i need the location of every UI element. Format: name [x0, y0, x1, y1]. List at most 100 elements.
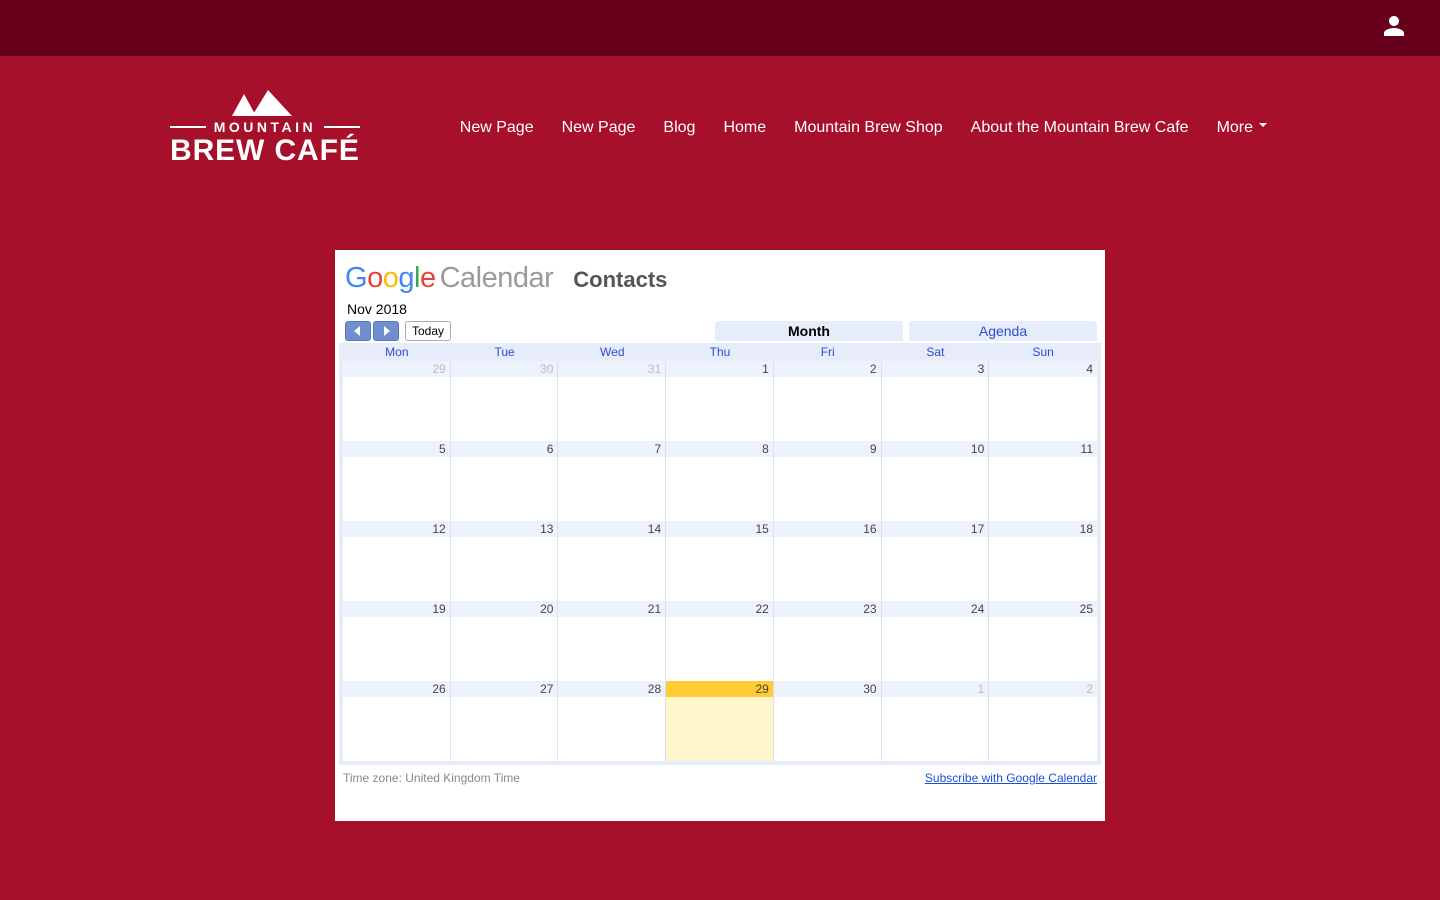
google-logo: GoogleCalendar — [345, 262, 553, 295]
today-button[interactable]: Today — [405, 321, 451, 341]
day-cell[interactable]: 29 — [666, 681, 774, 761]
day-cell[interactable]: 13 — [451, 521, 559, 601]
day-cell[interactable]: 16 — [774, 521, 882, 601]
day-body — [666, 377, 773, 441]
day-cell[interactable]: 20 — [451, 601, 559, 681]
day-cell[interactable]: 23 — [774, 601, 882, 681]
day-cell[interactable]: 26 — [343, 681, 451, 761]
day-number: 17 — [882, 521, 989, 537]
day-number: 7 — [558, 441, 665, 457]
day-body — [558, 377, 665, 441]
day-cell[interactable]: 18 — [989, 521, 1097, 601]
nav-menu: New Page New Page Blog Home Mountain Bre… — [460, 119, 1267, 137]
nav-item[interactable]: New Page — [562, 119, 636, 137]
day-body — [989, 617, 1097, 681]
logo-line1: MOUNTAIN — [170, 120, 360, 134]
day-body — [774, 617, 881, 681]
day-number: 21 — [558, 601, 665, 617]
day-number: 18 — [989, 521, 1097, 537]
day-number: 20 — [451, 601, 558, 617]
day-cell[interactable]: 1 — [666, 361, 774, 441]
dow-label: Fri — [774, 343, 882, 361]
day-body — [343, 457, 450, 521]
day-cell[interactable]: 30 — [451, 361, 559, 441]
day-body — [451, 377, 558, 441]
day-cell[interactable]: 9 — [774, 441, 882, 521]
nav-item[interactable]: About the Mountain Brew Cafe — [971, 119, 1189, 137]
day-body — [882, 537, 989, 601]
view-tab-agenda[interactable]: Agenda — [909, 321, 1097, 341]
day-body — [451, 617, 558, 681]
day-number: 5 — [343, 441, 450, 457]
day-number: 19 — [343, 601, 450, 617]
nav-item-more[interactable]: More — [1217, 119, 1267, 137]
day-body — [882, 617, 989, 681]
day-cell[interactable]: 27 — [451, 681, 559, 761]
day-number: 8 — [666, 441, 773, 457]
next-month-button[interactable] — [373, 321, 399, 341]
day-cell[interactable]: 19 — [343, 601, 451, 681]
day-number: 15 — [666, 521, 773, 537]
day-body — [989, 457, 1097, 521]
day-number: 27 — [451, 681, 558, 697]
day-body — [343, 377, 450, 441]
content: GoogleCalendar Contacts Nov 2018 Today M… — [0, 200, 1440, 821]
day-cell[interactable]: 15 — [666, 521, 774, 601]
day-body — [558, 537, 665, 601]
user-icon[interactable] — [1382, 14, 1406, 43]
week-row: 262728293012 — [343, 681, 1097, 761]
day-number: 1 — [666, 361, 773, 377]
day-cell[interactable]: 14 — [558, 521, 666, 601]
day-number: 2 — [989, 681, 1097, 697]
day-body — [882, 697, 989, 761]
day-body — [451, 537, 558, 601]
day-cell[interactable]: 28 — [558, 681, 666, 761]
weeks: 2930311234567891011121314151617181920212… — [343, 361, 1097, 761]
day-cell[interactable]: 22 — [666, 601, 774, 681]
day-body — [451, 697, 558, 761]
subscribe-link[interactable]: Subscribe with Google Calendar — [925, 771, 1097, 785]
day-cell[interactable]: 25 — [989, 601, 1097, 681]
nav-item[interactable]: Home — [723, 119, 766, 137]
day-number: 25 — [989, 601, 1097, 617]
dow-label: Thu — [666, 343, 774, 361]
day-body — [666, 617, 773, 681]
day-cell[interactable]: 31 — [558, 361, 666, 441]
prev-month-button[interactable] — [345, 321, 371, 341]
day-body — [989, 377, 1097, 441]
site-logo[interactable]: MOUNTAIN BREW CAFÉ — [170, 80, 360, 176]
day-number: 16 — [774, 521, 881, 537]
day-cell[interactable]: 17 — [882, 521, 990, 601]
day-cell[interactable]: 12 — [343, 521, 451, 601]
day-cell[interactable]: 21 — [558, 601, 666, 681]
week-row: 2930311234 — [343, 361, 1097, 441]
nav-item[interactable]: Mountain Brew Shop — [794, 119, 943, 137]
day-number: 28 — [558, 681, 665, 697]
day-cell[interactable]: 11 — [989, 441, 1097, 521]
gcal-header: GoogleCalendar Contacts — [335, 250, 1105, 295]
day-cell[interactable]: 29 — [343, 361, 451, 441]
calendar-toolbar: Today Month Agenda — [335, 317, 1105, 343]
day-cell[interactable]: 8 — [666, 441, 774, 521]
timezone-label: Time zone: United Kingdom Time — [343, 771, 520, 785]
dow-label: Mon — [343, 343, 451, 361]
day-body — [989, 697, 1097, 761]
day-cell[interactable]: 7 — [558, 441, 666, 521]
day-cell[interactable]: 10 — [882, 441, 990, 521]
week-row: 12131415161718 — [343, 521, 1097, 601]
nav-item[interactable]: New Page — [460, 119, 534, 137]
day-cell[interactable]: 24 — [882, 601, 990, 681]
view-tab-month[interactable]: Month — [715, 321, 903, 341]
day-cell[interactable]: 3 — [882, 361, 990, 441]
day-cell[interactable]: 30 — [774, 681, 882, 761]
day-cell[interactable]: 1 — [882, 681, 990, 761]
day-number: 24 — [882, 601, 989, 617]
day-cell[interactable]: 5 — [343, 441, 451, 521]
day-cell[interactable]: 2 — [989, 681, 1097, 761]
nav-item[interactable]: Blog — [663, 119, 695, 137]
day-body — [558, 697, 665, 761]
day-number: 11 — [989, 441, 1097, 457]
day-cell[interactable]: 4 — [989, 361, 1097, 441]
day-cell[interactable]: 2 — [774, 361, 882, 441]
day-cell[interactable]: 6 — [451, 441, 559, 521]
